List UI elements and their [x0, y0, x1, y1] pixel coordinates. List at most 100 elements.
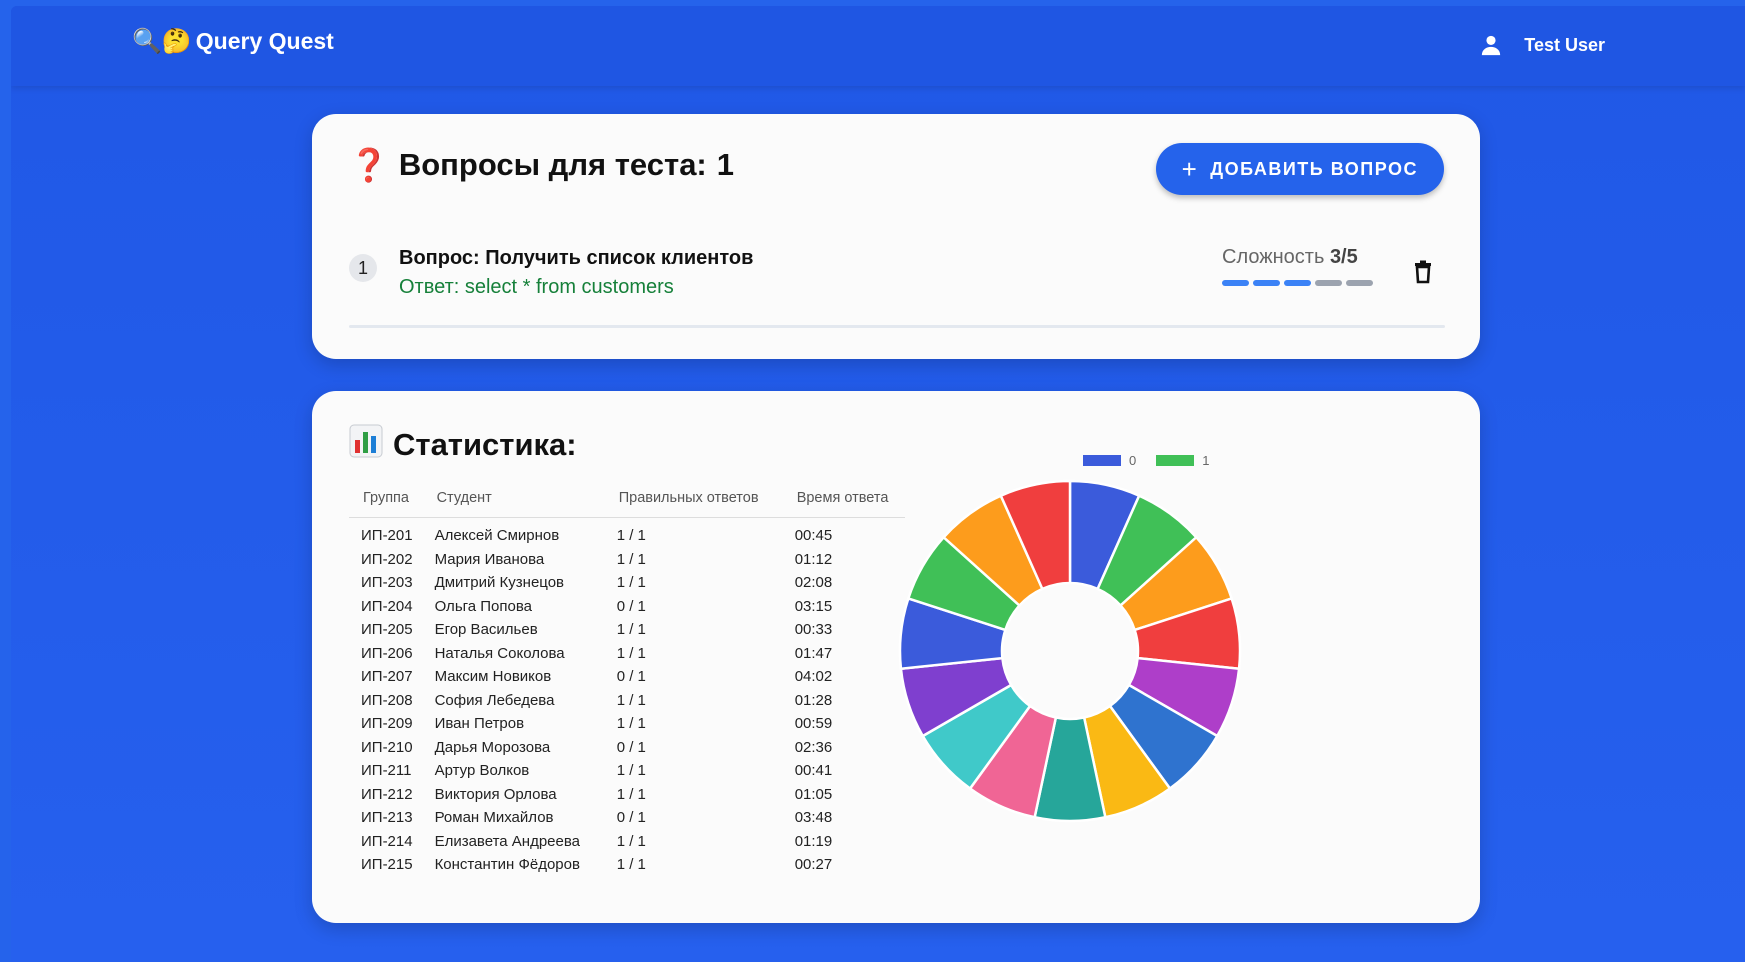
- table-cell: Артур Волков: [434, 762, 530, 780]
- question-item[interactable]: 1 Вопрос: Получить список клиентов Ответ…: [349, 242, 1445, 310]
- table-row: ИП-204 Ольга Попова 0 / 1 03:15: [349, 595, 905, 619]
- table-cell: 1 / 1: [616, 715, 646, 733]
- app-window: 🔍🤔 Query Quest Test User ❓ Вопросы для т…: [11, 6, 1745, 962]
- difficulty-value: 3/5: [1329, 246, 1358, 268]
- top-bar: 🔍🤔 Query Quest Test User: [11, 6, 1745, 86]
- table-cell: ИП-212: [361, 785, 413, 803]
- table-cell: ИП-209: [361, 715, 413, 733]
- difficulty-meter: [1222, 280, 1373, 286]
- table-cell: ИП-211: [361, 762, 412, 780]
- difficulty-segment: [1253, 280, 1280, 286]
- table-row: ИП-211 Артур Волков 1 / 1 00:41: [349, 759, 905, 783]
- table-row: ИП-205 Егор Васильев 1 / 1 00:33: [349, 618, 905, 642]
- table-cell: ИП-208: [361, 691, 413, 709]
- brand-emoji-icon: 🔍🤔: [132, 27, 192, 55]
- statistics-title-label: Статистика:: [393, 427, 577, 462]
- table-cell: ИП-206: [361, 644, 413, 662]
- trash-icon[interactable]: [1412, 260, 1434, 289]
- brand-title: Query Quest: [195, 28, 334, 54]
- table-cell: ИП-201: [361, 527, 413, 545]
- questions-count: 1: [716, 147, 735, 182]
- table-cell: 1 / 1: [616, 621, 646, 639]
- brand[interactable]: 🔍🤔 Query Quest: [132, 28, 334, 55]
- table-row: ИП-203 Дмитрий Кузнецов 1 / 1 02:08: [349, 571, 905, 595]
- question-text: Вопрос: Получить список клиентов: [399, 247, 754, 269]
- difficulty-segment: [1284, 280, 1311, 286]
- table-cell: 0 / 1: [616, 738, 646, 756]
- table-cell: 1 / 1: [616, 832, 646, 850]
- table-row: ИП-202 Мария Иванова 1 / 1 01:12: [349, 548, 905, 572]
- table-cell: 1 / 1: [616, 644, 646, 662]
- table-cell: 1 / 1: [616, 527, 646, 545]
- table-cell: Роман Михайлов: [434, 809, 554, 827]
- statistics-title: Статистика:: [349, 424, 577, 466]
- plus-icon: +: [1181, 154, 1199, 184]
- bar-chart-icon: [349, 424, 383, 466]
- table-cell: Иван Петров: [434, 715, 525, 733]
- table-row: ИП-215 Константин Фёдоров 1 / 1 00:27: [349, 853, 905, 877]
- difficulty-label: Сложность 3/5: [1222, 246, 1358, 269]
- table-cell: Алексей Смирнов: [434, 527, 560, 545]
- table-row: ИП-209 Иван Петров 1 / 1 00:59: [349, 712, 905, 736]
- table-cell: Егор Васильев: [434, 621, 538, 639]
- table-cell: ИП-205: [361, 621, 413, 639]
- user-menu[interactable]: Test User: [1480, 34, 1605, 56]
- table-cell: 1 / 1: [616, 550, 646, 568]
- question-mark-icon: ❓: [349, 147, 389, 183]
- table-cell: 1 / 1: [616, 574, 646, 592]
- table-row: ИП-201 Алексей Смирнов 1 / 1 00:45: [349, 518, 905, 548]
- table-cell: 0 / 1: [616, 597, 646, 615]
- questions-title: ❓ Вопросы для теста: 1: [349, 146, 734, 184]
- table-cell: ИП-214: [361, 832, 413, 850]
- question-answer: Ответ: select * from customers: [399, 276, 674, 298]
- table-header-row: Группа Студент Правильных ответов Время отв…: [349, 479, 905, 518]
- table-cell: ИП-213: [361, 809, 413, 827]
- table-cell: 1 / 1: [616, 785, 646, 803]
- questions-card: ❓ Вопросы для теста: 1 + ДОБАВИТЬ ВОПРОС…: [312, 114, 1480, 359]
- table-cell: Дмитрий Кузнецов: [434, 574, 565, 592]
- table-row: ИП-208 София Лебедева 1 / 1 01:28: [349, 689, 905, 713]
- table-cell: Максим Новиков: [434, 668, 552, 686]
- difficulty-segment: [1346, 280, 1373, 286]
- table-cell: Дарья Морозова: [434, 738, 551, 756]
- question-number: 1: [349, 254, 377, 282]
- table-row: ИП-213 Роман Михайлов 0 / 1 03:48: [349, 806, 905, 830]
- table-cell: ИП-202: [361, 550, 413, 568]
- table-cell: 1 / 1: [616, 691, 646, 709]
- table-cell: Константин Фёдоров: [434, 856, 580, 874]
- add-question-button[interactable]: + ДОБАВИТЬ ВОПРОС: [1155, 143, 1444, 195]
- table-cell: Наталья Соколова: [434, 644, 565, 662]
- difficulty-segment: [1222, 280, 1249, 286]
- user-name: Test User: [1524, 34, 1605, 55]
- question-divider: [349, 325, 1445, 328]
- table-row: ИП-212 Виктория Орлова 1 / 1 01:05: [349, 783, 905, 807]
- table-cell: Мария Иванова: [434, 550, 545, 568]
- column-header: Группа: [349, 479, 423, 518]
- add-question-label: ДОБАВИТЬ ВОПРОС: [1210, 158, 1418, 179]
- statistics-table: Группа Студент Правильных ответов Время отв…: [349, 479, 905, 877]
- column-header: Студент: [422, 479, 605, 518]
- table-cell: ИП-203: [361, 574, 413, 592]
- table-row: ИП-207 Максим Новиков 0 / 1 04:02: [349, 665, 905, 689]
- table-cell: ИП-215: [361, 856, 413, 874]
- table-cell: 00:27: [794, 856, 833, 874]
- table-cell: 0 / 1: [616, 668, 646, 686]
- table-cell: София Лебедева: [434, 691, 555, 709]
- difficulty-label-text: Сложность: [1222, 246, 1325, 268]
- table-cell: Елизавета Андреева: [434, 832, 580, 850]
- table-cell: Виктория Орлова: [434, 785, 557, 803]
- table-cell: ИП-204: [361, 597, 413, 615]
- table-cell: ИП-210: [361, 738, 413, 756]
- user-icon: [1480, 34, 1502, 56]
- table-cell: 1 / 1: [616, 762, 646, 780]
- table-body: ИП-201 Алексей Смирнов 1 / 1 00:45 ИП-202 Мар…: [349, 518, 905, 877]
- table-cell: Ольга Попова: [434, 597, 533, 615]
- statistics-card: Статистика: Группа Студент Правильных отве…: [312, 391, 1480, 923]
- table-row: ИП-210 Дарья Морозова 0 / 1 02:36: [349, 736, 905, 760]
- table-cell: ИП-207: [361, 668, 413, 686]
- donut-chart: [898, 479, 1242, 823]
- questions-title-label: Вопросы для теста:: [398, 147, 707, 182]
- table-cell: 0 / 1: [616, 809, 646, 827]
- column-header: Правильных ответов: [604, 479, 783, 518]
- table-row: ИП-214 Елизавета Андреева 1 / 1 01:19: [349, 830, 905, 854]
